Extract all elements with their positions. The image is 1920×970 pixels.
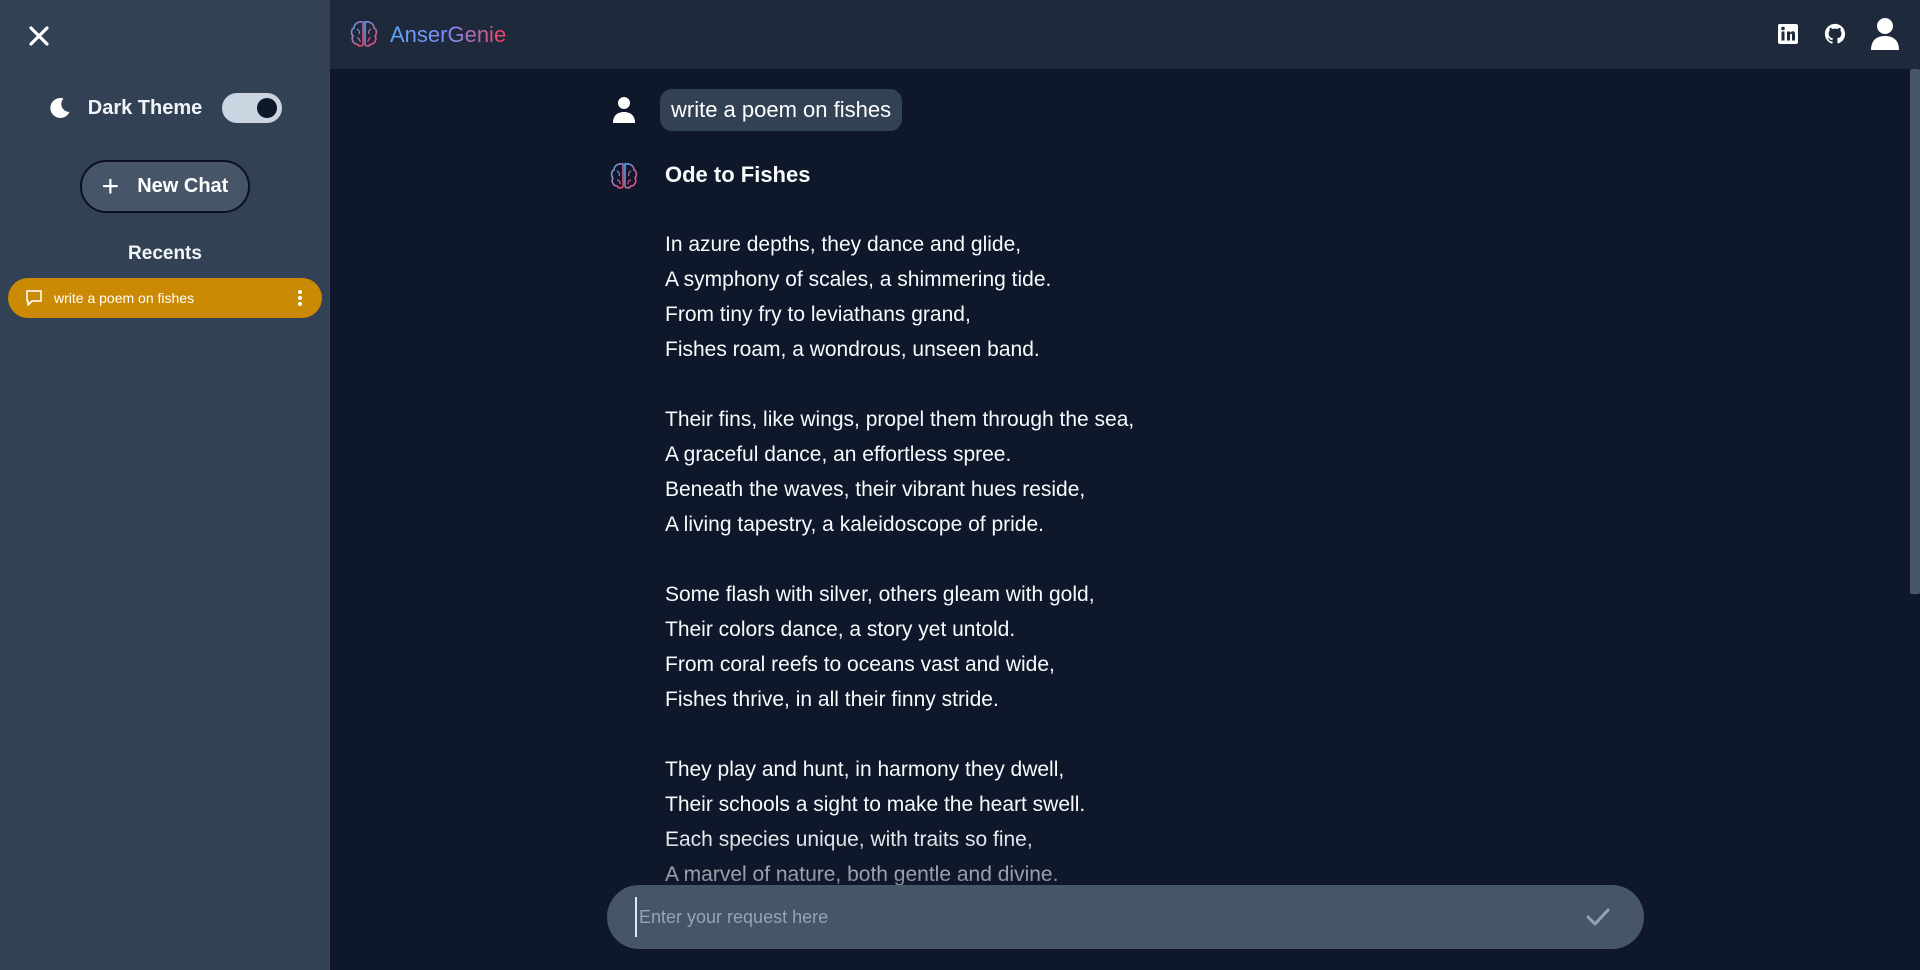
poem-line: They play and hunt, in harmony they dwel… [665, 758, 1065, 781]
github-icon[interactable] [1824, 23, 1846, 45]
poem-line: From tiny fry to leviathans grand, [665, 303, 971, 326]
check-icon[interactable] [1584, 903, 1612, 931]
poem-line: A graceful dance, an effortless spree. [665, 443, 1012, 466]
plus-icon: + [101, 169, 120, 203]
sidebar: Dark Theme + New Chat Recents write a po… [0, 0, 330, 970]
profile-icon[interactable] [1870, 17, 1900, 51]
assistant-brain-icon [608, 160, 640, 192]
user-avatar-icon [610, 96, 638, 124]
user-message: write a poem on fishes [660, 89, 903, 131]
dark-theme-toggle[interactable] [222, 93, 283, 123]
poem-line: From coral reefs to oceans vast and wide… [665, 653, 1055, 676]
moon-icon [48, 96, 72, 120]
poem-line: In azure depths, they dance and glide, [665, 233, 1022, 256]
recent-chat-label: write a poem on fishes [54, 290, 195, 306]
more-vertical-icon[interactable] [290, 288, 310, 308]
poem-line: Fishes roam, a wondrous, unseen band. [665, 338, 1040, 361]
close-icon[interactable] [25, 22, 53, 50]
scrollbar-thumb[interactable] [1910, 69, 1920, 594]
linkedin-icon[interactable] [1778, 24, 1798, 44]
poem-title: Ode to Fishes [665, 162, 811, 187]
poem-line: Beneath the waves, their vibrant hues re… [665, 478, 1086, 501]
new-chat-button[interactable]: + New Chat [80, 160, 250, 213]
toggle-knob [257, 98, 278, 118]
top-header: AnserGenie [330, 0, 1920, 69]
assistant-message: Ode to Fishes In azure depths, they danc… [665, 157, 1365, 892]
app-root: Dark Theme + New Chat Recents write a po… [0, 0, 1920, 970]
app-name: AnserGenie [390, 22, 507, 47]
chat-bubble-icon [24, 288, 44, 308]
poem-line: Their colors dance, a story yet untold. [665, 618, 1016, 641]
poem-line: Their schools a sight to make the heart … [665, 793, 1086, 816]
recent-chat-item[interactable]: write a poem on fishes [8, 278, 322, 318]
poem-line: Some flash with silver, others gleam wit… [665, 583, 1095, 606]
new-chat-label: New Chat [137, 175, 229, 197]
poem-line: Fishes thrive, in all their finny stride… [665, 688, 999, 711]
poem-line: A symphony of scales, a shimmering tide. [665, 268, 1052, 291]
chat-area: write a poem on fishes Ode to Fishes In … [330, 69, 1920, 970]
recents-title: Recents [128, 243, 202, 264]
poem-line: Their fins, like wings, propel them thro… [665, 408, 1135, 431]
poem-line: Each species unique, with traits so fine… [665, 828, 1033, 851]
theme-label: Dark Theme [87, 96, 203, 119]
prompt-input-bar [607, 885, 1644, 949]
theme-row: Dark Theme [0, 90, 330, 126]
scrollbar-track[interactable] [1910, 69, 1920, 970]
poem-line: A living tapestry, a kaleidoscope of pri… [665, 513, 1044, 536]
user-message-row: write a poem on fishes [610, 89, 903, 131]
prompt-input[interactable] [635, 897, 1574, 937]
brain-logo-icon [348, 18, 380, 50]
